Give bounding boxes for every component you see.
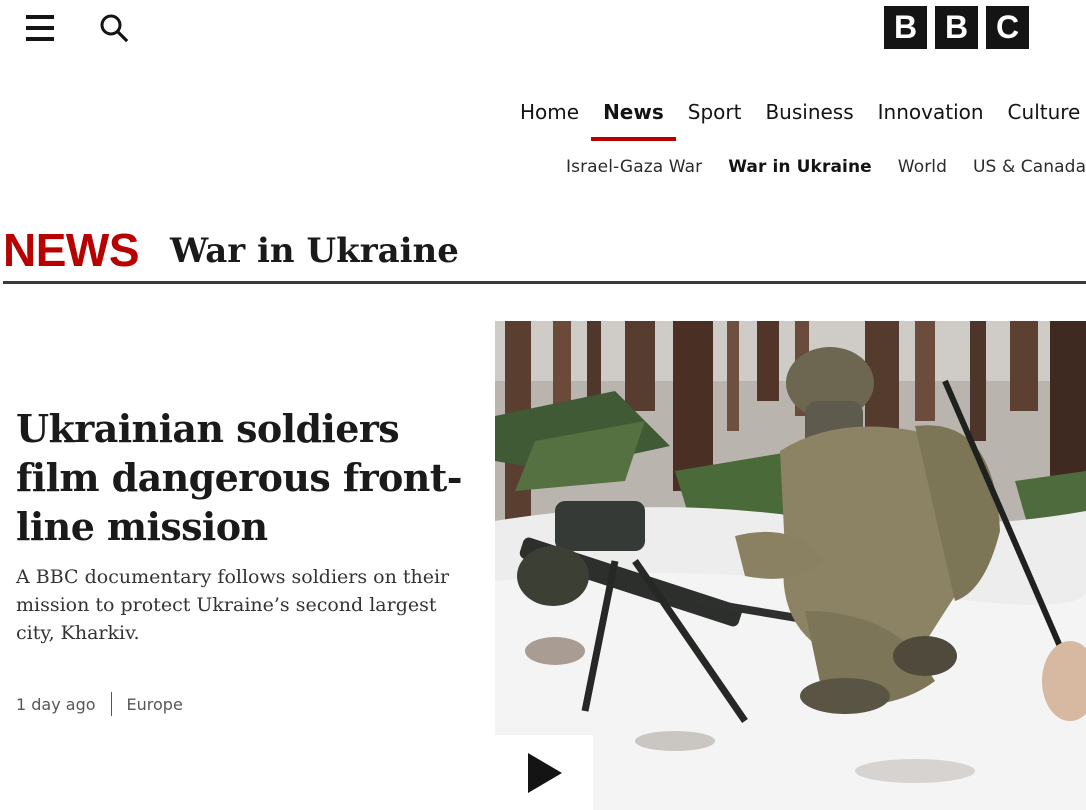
play-icon <box>528 752 562 793</box>
page-title: War in Ukraine <box>170 231 459 271</box>
nav-active-underline <box>591 137 676 141</box>
play-button[interactable] <box>495 735 593 810</box>
hamburger-menu-icon-bar <box>26 26 54 30</box>
search-button[interactable] <box>96 11 132 47</box>
bbc-logo-letter: B <box>935 6 978 49</box>
nav-item-label: News <box>603 100 664 124</box>
section-header: NEWS War in Ukraine <box>3 224 1086 284</box>
nav-item-news[interactable]: News <box>591 95 676 145</box>
story-timestamp: 1 day ago <box>16 694 96 714</box>
story-category-link[interactable]: Europe <box>127 695 183 714</box>
hamburger-menu-icon-bar <box>26 37 54 41</box>
news-brand-label[interactable]: NEWS <box>3 224 140 276</box>
bbc-logo-letter: C <box>986 6 1029 49</box>
story-video-thumbnail[interactable] <box>495 321 1086 810</box>
primary-nav: Home News Sport Business Innovation Cult… <box>508 95 1086 145</box>
nav-item-label: Sport <box>687 100 742 124</box>
meta-divider <box>110 692 112 716</box>
story-summary: A BBC documentary follows soldiers on th… <box>16 566 450 644</box>
bbc-logo-letter: B <box>884 6 927 49</box>
subnav-item-us-canada[interactable]: US & Canada <box>960 157 1086 177</box>
nav-item-innovation[interactable]: Innovation <box>866 95 996 145</box>
story-text: Ukrainian soldiers film dangerous front-… <box>16 404 466 647</box>
story-meta: 1 day ago Europe <box>16 692 183 716</box>
nav-item-label: Business <box>765 100 854 124</box>
nav-item-label: Innovation <box>877 100 984 124</box>
menu-button[interactable] <box>24 13 56 43</box>
nav-item-home[interactable]: Home <box>508 95 591 145</box>
nav-item-culture[interactable]: Culture <box>996 95 1086 145</box>
subnav-item-war-in-ukraine[interactable]: War in Ukraine <box>715 157 885 177</box>
search-icon <box>100 14 129 43</box>
hamburger-menu-icon <box>26 15 54 19</box>
secondary-nav: Israel-Gaza War War in Ukraine World US … <box>553 157 1086 177</box>
bbc-logo[interactable]: B B C <box>884 6 1029 49</box>
subnav-item-world[interactable]: World <box>885 157 960 177</box>
nav-item-sport[interactable]: Sport <box>676 95 754 145</box>
nav-item-label: Culture <box>1007 100 1081 124</box>
story-headline[interactable]: Ukrainian soldiers film dangerous front-… <box>16 404 466 551</box>
subnav-item-israel-gaza-war[interactable]: Israel-Gaza War <box>553 157 715 177</box>
nav-item-label: Home <box>520 100 580 124</box>
nav-item-business[interactable]: Business <box>753 95 865 145</box>
